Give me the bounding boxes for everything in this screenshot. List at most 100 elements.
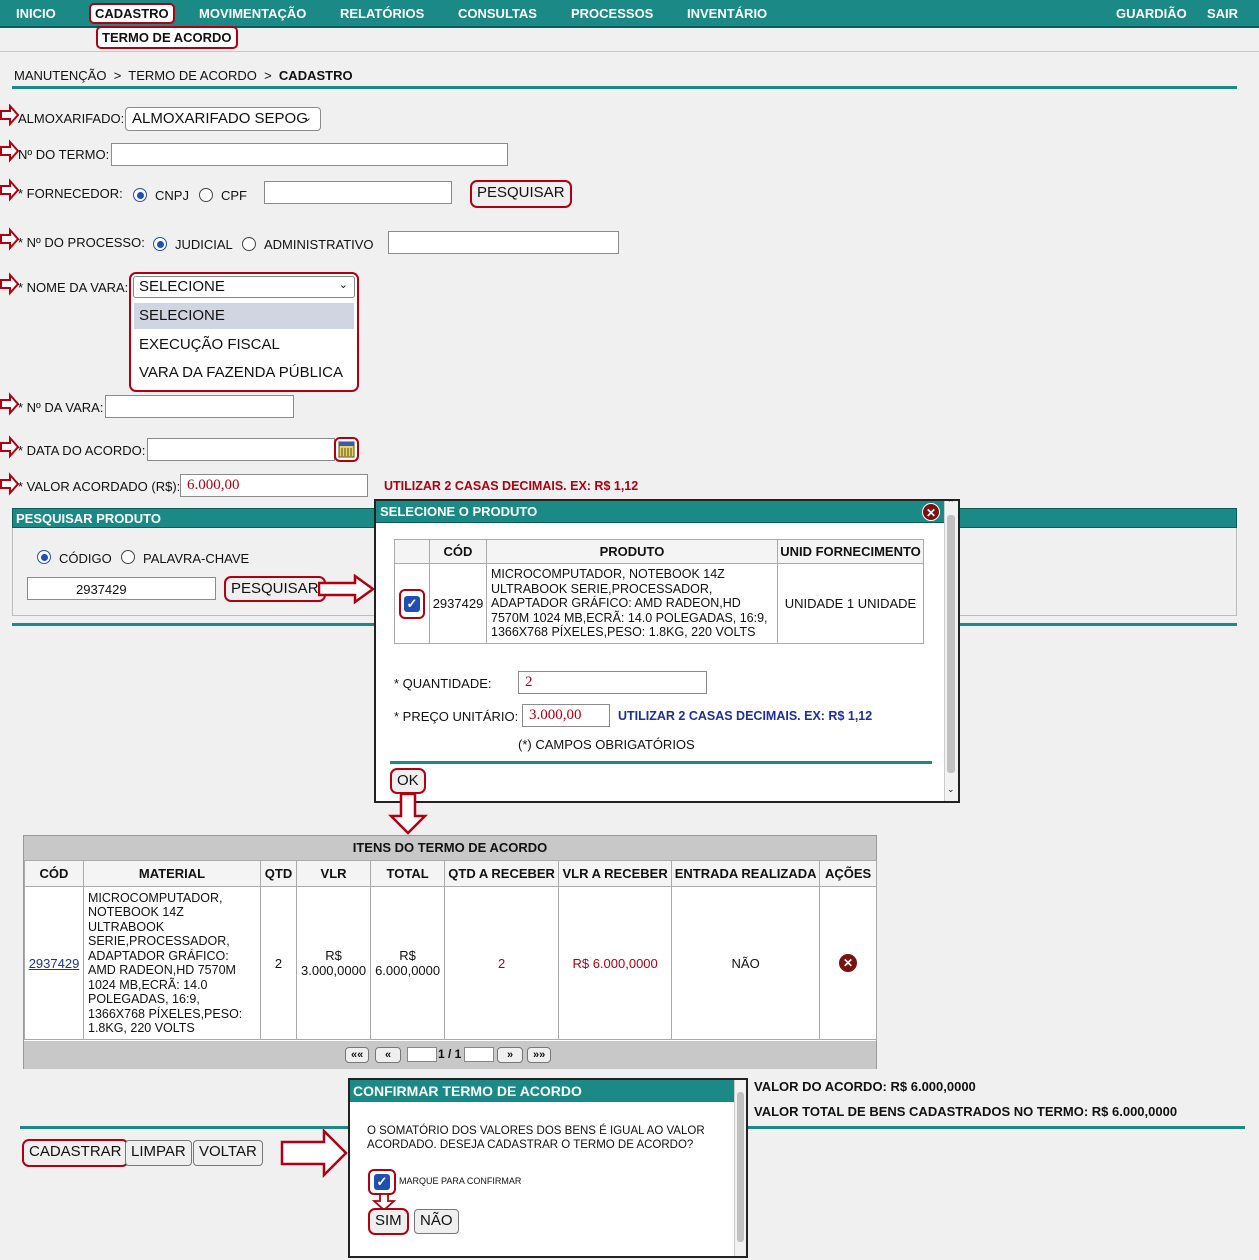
vara-select-open[interactable]: SELECIONE ⌄ SELECIONE EXECUÇÃO FISCAL VA…: [129, 272, 359, 392]
breadcrumb-underline: [12, 86, 1237, 89]
cod-link[interactable]: 2937429: [29, 956, 80, 971]
arrow-right-icon: [0, 435, 20, 459]
fornecedor-label: * FORNECEDOR:: [18, 186, 123, 201]
pager-input[interactable]: [407, 1047, 437, 1062]
voltar-button[interactable]: VOLTAR: [193, 1140, 263, 1166]
modal-scrollbar[interactable]: ⌃ ⌄: [944, 498, 958, 801]
pager-input[interactable]: [464, 1047, 494, 1062]
confirm-checkbox-label: MARQUE PARA CONFIRMAR: [399, 1176, 522, 1186]
top-nav-bar: INICIO CADASTRO MOVIMENTAÇÃO RELATÓRIOS …: [0, 0, 1259, 28]
fornecedor-input[interactable]: [264, 181, 452, 204]
cnpj-label: CNPJ: [155, 188, 189, 203]
col-header: UNID FORNECIMENTO: [777, 539, 924, 564]
pager-prev-button[interactable]: «: [375, 1047, 402, 1063]
judicial-label: JUDICIAL: [175, 237, 233, 252]
pager-first-button[interactable]: ««: [345, 1047, 370, 1063]
valor-input[interactable]: 6.000,00: [180, 474, 368, 497]
confirm-checkbox[interactable]: ✓: [374, 1174, 390, 1190]
scroll-thumb[interactable]: [947, 515, 955, 773]
delete-icon[interactable]: ✕: [839, 954, 858, 972]
breadcrumb-termo[interactable]: TERMO DE ACORDO: [128, 68, 257, 83]
nav-inicio[interactable]: INICIO: [16, 6, 56, 21]
confirm-header: CONFIRMAR TERMO DE ACORDO: [350, 1080, 735, 1102]
cell-produto: MICROCOMPUTADOR, NOTEBOOK 14Z ULTRABOOK …: [486, 563, 778, 644]
nav-inventario[interactable]: INVENTÁRIO: [687, 6, 767, 21]
quantidade-input[interactable]: 2: [518, 671, 707, 694]
judicial-radio[interactable]: [153, 237, 167, 251]
cpf-radio[interactable]: [199, 188, 213, 202]
vara-select[interactable]: SELECIONE ⌄: [133, 276, 355, 298]
nav-sair[interactable]: SAIR: [1207, 6, 1238, 21]
arrow-down-icon: [388, 793, 428, 835]
col-header: VLR A RECEBER: [558, 860, 673, 887]
nav-movimentacao[interactable]: MOVIMENTAÇÃO: [199, 6, 306, 21]
cell-qtd-receber: 2: [444, 886, 560, 1040]
breadcrumb-manutencao[interactable]: MANUTENÇÃO: [14, 68, 106, 83]
nav-relatorios[interactable]: RELATÓRIOS: [340, 6, 424, 21]
produto-row[interactable]: ✓ 2937429 MICROCOMPUTADOR, NOTEBOOK 14Z …: [394, 563, 924, 644]
pesquisar-produto-button[interactable]: PESQUISAR: [224, 576, 326, 602]
modal-divider: [390, 761, 932, 764]
cnpj-radio[interactable]: [133, 188, 147, 202]
termo-input[interactable]: [111, 143, 508, 166]
scroll-up-icon[interactable]: ⌃: [947, 498, 955, 509]
breadcrumb: MANUTENÇÃO > TERMO DE ACORDO > CADASTRO: [14, 68, 353, 83]
produto-search-input[interactable]: 2937429: [27, 577, 216, 600]
selecione-produto-modal: SELECIONE O PRODUTO ✕ ⌃ ⌄ CÓD PRODUTO UN…: [374, 498, 960, 803]
select-produto-checkbox[interactable]: ✓: [404, 595, 420, 612]
breadcrumb-separator: >: [264, 68, 272, 83]
arrow-right-icon: [0, 178, 20, 202]
vara-option[interactable]: EXECUÇÃO FISCAL: [134, 332, 354, 358]
processo-input[interactable]: [388, 231, 619, 254]
vara-selected-value: SELECIONE: [139, 278, 225, 295]
administrativo-label: ADMINISTRATIVO: [264, 237, 374, 252]
chevron-down-icon: ⌄: [302, 112, 312, 124]
arrow-right-icon: [0, 227, 20, 251]
cell-vlr-receber: R$ 6.000,0000: [558, 886, 673, 1040]
confirm-scrollbar[interactable]: [734, 1080, 746, 1256]
limpar-button[interactable]: LIMPAR: [125, 1140, 192, 1166]
nav-cadastro[interactable]: CADASTRO: [89, 3, 175, 24]
calendar-button[interactable]: [334, 437, 359, 462]
administrativo-radio[interactable]: [242, 237, 256, 251]
nav-processos[interactable]: PROCESSOS: [571, 6, 653, 21]
close-icon[interactable]: ✕: [922, 503, 940, 521]
arrow-markers: [0, 104, 20, 496]
nao-button[interactable]: NÃO: [414, 1209, 459, 1234]
almoxarifado-value: ALMOXARIFADO SEPOG: [132, 110, 308, 127]
cell-material: MICROCOMPUTADOR, NOTEBOOK 14Z ULTRABOOK …: [83, 886, 261, 1040]
codigo-radio[interactable]: [37, 550, 51, 564]
valor-acordo-total: VALOR DO ACORDO: R$ 6.000,0000: [754, 1079, 976, 1094]
itens-panel: ITENS DO TERMO DE ACORDO CÓD MATERIAL QT…: [23, 835, 877, 1069]
submenu-termo-de-acordo[interactable]: TERMO DE ACORDO: [96, 26, 238, 49]
scroll-down-icon[interactable]: ⌄: [947, 784, 955, 795]
select-produto-checkbox-wrap[interactable]: ✓: [399, 588, 425, 619]
vara-option[interactable]: VARA DA FAZENDA PÚBLICA: [134, 360, 354, 386]
scroll-thumb[interactable]: [737, 1092, 744, 1242]
palavra-chave-radio[interactable]: [121, 550, 135, 564]
pesquisar-produto-title: PESQUISAR PRODUTO: [16, 511, 161, 526]
ok-button[interactable]: OK: [390, 768, 426, 794]
almoxarifado-select[interactable]: ALMOXARIFADO SEPOG ⌄: [125, 107, 321, 131]
sim-button[interactable]: SIM: [368, 1208, 409, 1235]
data-acordo-input[interactable]: [147, 438, 335, 461]
col-header: MATERIAL: [83, 860, 261, 887]
arrow-right-icon: [0, 139, 20, 163]
arrow-right-icon: [0, 104, 20, 127]
nav-guardiao[interactable]: GUARDIÃO: [1116, 6, 1187, 21]
col-check: [394, 539, 430, 564]
confirm-checkbox-wrap[interactable]: ✓: [368, 1169, 396, 1195]
nav-consultas[interactable]: CONSULTAS: [458, 6, 537, 21]
cadastrar-button[interactable]: CADASTRAR: [22, 1139, 129, 1167]
col-header: CÓD: [429, 539, 487, 564]
cell-total: R$ 6.000,0000: [370, 886, 446, 1040]
cpf-label: CPF: [221, 188, 247, 203]
pesquisar-fornecedor-button[interactable]: PESQUISAR: [470, 180, 572, 208]
preco-input[interactable]: 3.000,00: [522, 704, 610, 727]
data-acordo-label: * DATA DO ACORDO:: [18, 443, 146, 458]
pager-next-button[interactable]: »: [497, 1047, 524, 1063]
num-vara-input[interactable]: [105, 395, 294, 418]
vara-option[interactable]: SELECIONE: [134, 303, 354, 329]
pager-last-button[interactable]: »»: [527, 1047, 552, 1063]
cell-cod: 2937429: [429, 563, 487, 644]
